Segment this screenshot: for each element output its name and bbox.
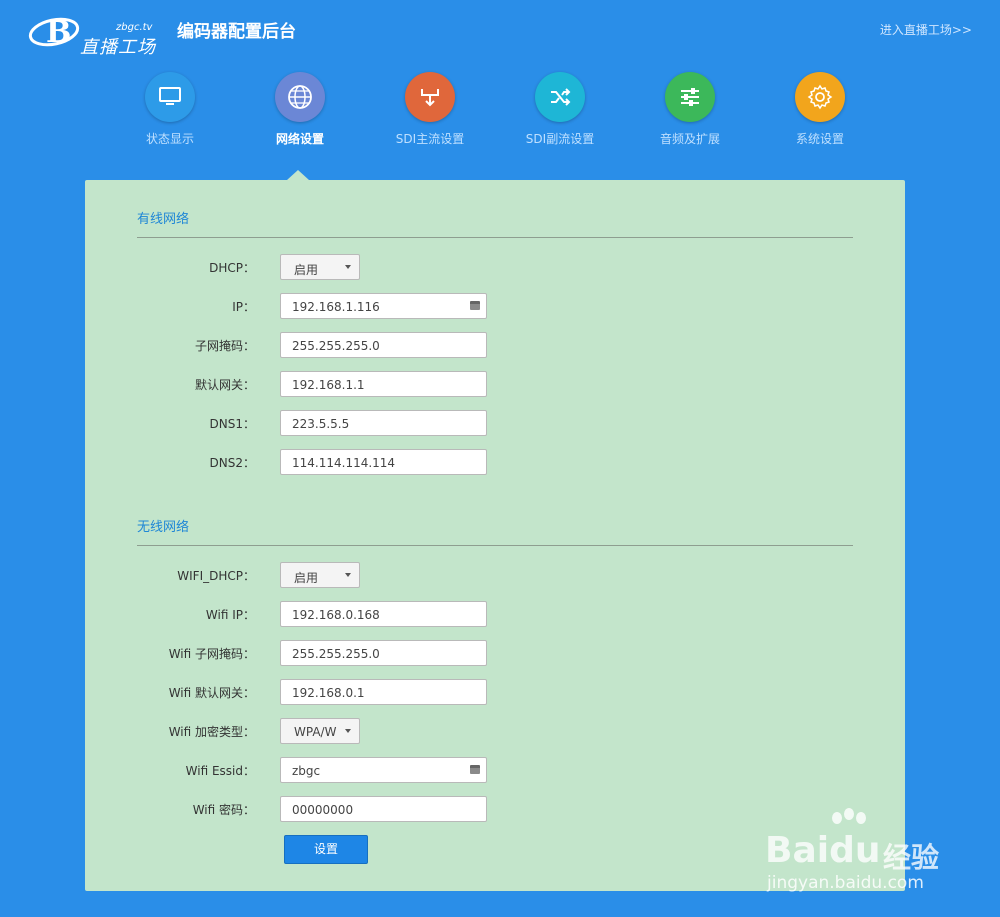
wired-ip-input[interactable]: 192.168.1.116 [280,293,487,319]
wired-ip-label: IP： [232,300,255,314]
wired-section-title: 有线网络 [137,212,190,227]
nav-item-sdi-sub[interactable]: SDI副流设置 [495,70,625,147]
watermark-brand-a: Bai [765,830,830,871]
wifi-dhcp-row: WIFI_DHCP： 启用 [85,562,905,588]
wired-dhcp-select[interactable]: 启用 [280,254,360,280]
wired-dns2-row: DNS2： 114.114.114.114 [85,449,905,475]
wifi-ip-label: Wifi IP： [205,608,255,622]
wired-dns2-label: DNS2： [209,456,255,470]
shuffle-icon [535,72,585,122]
nav-item-sdi-main[interactable]: SDI主流设置 [365,70,495,147]
wired-subnet-label: 子网掩码： [194,339,255,353]
wifi-gateway-row: Wifi 默认网关： 192.168.0.1 [85,679,905,705]
chevron-down-icon [345,729,351,733]
logo-subtitle: zbgc.tv [116,22,153,33]
submit-button[interactable]: 设置 [284,835,368,864]
wifi-dhcp-select[interactable]: 启用 [280,562,360,588]
wifi-subnet-row: Wifi 子网掩码： 255.255.255.0 [85,640,905,666]
nav-item-audio[interactable]: 音频及扩展 [625,70,755,147]
wired-subnet-row: 子网掩码： 255.255.255.0 [85,332,905,358]
wifi-ip-input[interactable]: 192.168.0.168 [280,601,487,627]
wired-gateway-label: 默认网关： [194,378,255,392]
input-value: zbgc [292,764,321,778]
wired-dns1-row: DNS1： 223.5.5.5 [85,410,905,436]
nav-label: SDI主流设置 [395,132,465,146]
wired-gateway-input[interactable]: 192.168.1.1 [280,371,487,397]
chevron-down-icon [345,573,351,577]
monitor-icon [145,72,195,122]
wired-dns1-label: DNS1： [209,417,255,431]
watermark-cn: 经验 [883,841,940,874]
select-value: 启用 [294,571,319,585]
gear-icon [795,72,845,122]
divider [137,237,853,238]
download-arrow-icon [405,72,455,122]
input-value: 255.255.255.0 [292,339,380,353]
nav-label: 状态显示 [145,132,194,146]
wifi-subnet-label: Wifi 子网掩码： [168,647,255,661]
nav-label: SDI副流设置 [525,132,595,146]
watermark-url: jingyan.baidu.com [767,873,924,893]
wireless-section-title: 无线网络 [137,520,190,535]
wired-dns1-input[interactable]: 223.5.5.5 [280,410,487,436]
wifi-gateway-label: Wifi 默认网关： [168,686,255,700]
wifi-password-input[interactable]: 00000000 [280,796,487,822]
nav-label: 网络设置 [275,132,324,146]
wifi-password-label: Wifi 密码： [192,803,255,817]
nav-label: 音频及扩展 [659,132,720,146]
wired-subnet-input[interactable]: 255.255.255.0 [280,332,487,358]
nav-item-system[interactable]: 系统设置 [755,70,885,147]
wifi-encryption-label: Wifi 加密类型： [168,725,255,739]
input-value: 00000000 [292,803,354,817]
nav-active-pointer [287,170,309,180]
select-value: WPA/W [294,725,337,739]
keyboard-icon [470,765,480,774]
app-title: 编码器配置后台 [177,22,296,42]
wired-dns2-input[interactable]: 114.114.114.114 [280,449,487,475]
logo: B zbgc.tv 直播工场 [28,10,160,58]
divider [137,545,853,546]
select-value: 启用 [294,263,319,277]
baidu-watermark: Baidu 经验 jingyan.baidu.com [765,808,985,908]
wifi-subnet-input[interactable]: 255.255.255.0 [280,640,487,666]
wifi-encryption-select[interactable]: WPA/W [280,718,360,744]
wifi-essid-row: Wifi Essid： zbgc [85,757,905,783]
input-value: 192.168.0.168 [292,608,380,622]
wired-dhcp-label: DHCP： [209,261,255,275]
input-value: 114.114.114.114 [292,456,396,470]
wired-dhcp-row: DHCP： 启用 [85,254,905,280]
nav-label: 系统设置 [795,132,844,146]
sliders-icon [665,72,715,122]
wired-ip-row: IP： 192.168.1.116 [85,293,905,319]
watermark-brand: Baidu [765,830,880,871]
network-settings-panel: 有线网络 DHCP： 启用 IP： 192.168.1.116 子网掩码： 25… [85,180,905,891]
svg-text:B: B [46,15,71,50]
wired-gateway-row: 默认网关： 192.168.1.1 [85,371,905,397]
globe-icon [275,72,325,122]
nav-item-network[interactable]: 网络设置 [235,70,365,147]
input-value: 192.168.1.1 [292,378,365,392]
wifi-essid-input[interactable]: zbgc [280,757,487,783]
wifi-gateway-input[interactable]: 192.168.0.1 [280,679,487,705]
external-link[interactable]: 进入直播工场>> [880,21,972,38]
main-nav: 状态显示 网络设置 SDI主流设置 SDI副流设置 音频及扩展 系统设置 [105,70,885,150]
wifi-essid-label: Wifi Essid： [185,764,255,778]
logo-text: 直播工场 [80,37,156,58]
wifi-ip-row: Wifi IP： 192.168.0.168 [85,601,905,627]
wifi-encryption-row: Wifi 加密类型： WPA/W [85,718,905,744]
nav-item-status[interactable]: 状态显示 [105,70,235,147]
wifi-dhcp-label: WIFI_DHCP： [177,569,255,583]
watermark-brand-b: du [829,830,881,871]
keyboard-icon [470,301,480,310]
chevron-down-icon [345,265,351,269]
input-value: 192.168.0.1 [292,686,365,700]
logo-swoosh-icon: B [28,15,80,50]
input-value: 255.255.255.0 [292,647,380,661]
input-value: 223.5.5.5 [292,417,350,431]
input-value: 192.168.1.116 [292,300,380,314]
